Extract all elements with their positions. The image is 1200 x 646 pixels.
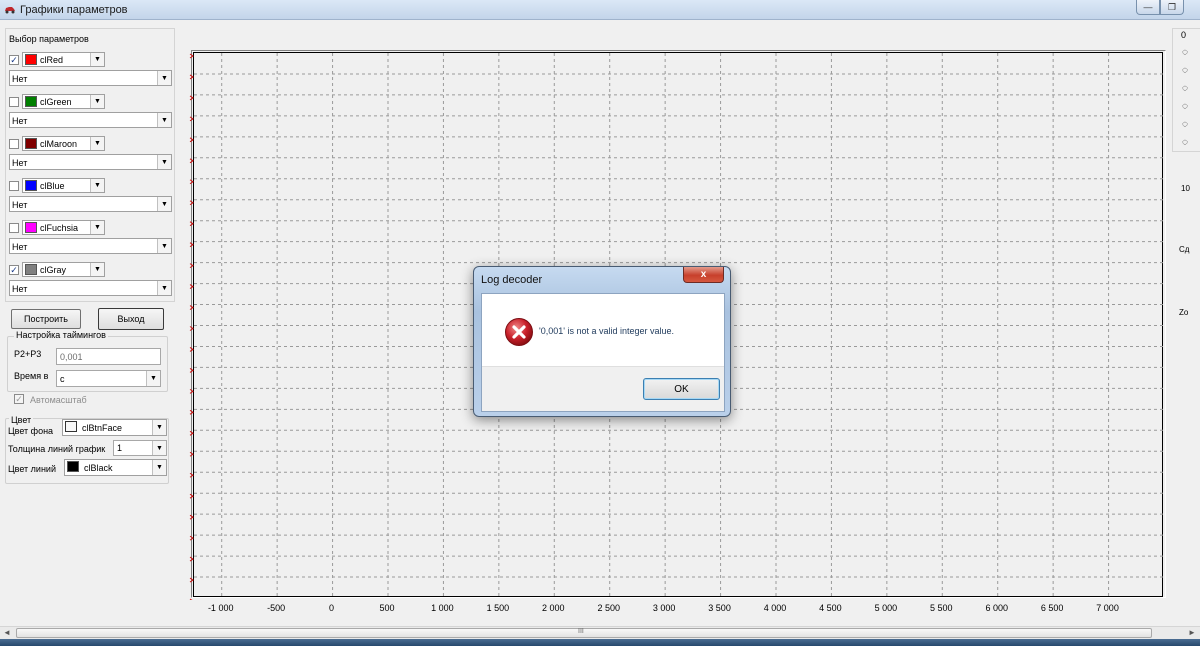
y-axis-marker xyxy=(189,305,194,310)
y-axis-marker xyxy=(189,556,194,562)
right-radio-2[interactable]: ◌ xyxy=(1182,65,1188,76)
scrollbar-thumb[interactable]: III xyxy=(16,628,1152,638)
x-tick-label: 500 xyxy=(379,603,395,613)
x-tick-label: 5 500 xyxy=(930,603,953,613)
y-axis-marker xyxy=(189,577,194,583)
right-radio-4[interactable]: ◌ xyxy=(1182,101,1188,112)
x-tick-label: 5 000 xyxy=(874,603,898,613)
right-radio-6[interactable]: ◌ xyxy=(1182,137,1188,148)
scroll-left-arrow-icon[interactable]: ◄ xyxy=(3,628,11,637)
x-tick-label: 3 500 xyxy=(708,603,731,613)
scroll-right-arrow-icon[interactable]: ► xyxy=(1188,628,1196,637)
right-label-10: 10 xyxy=(1181,184,1190,193)
x-tick-label: 1 000 xyxy=(431,603,454,613)
y-axis-marker xyxy=(189,514,194,520)
x-tick-label: 3 000 xyxy=(652,603,676,613)
right-radio-3[interactable]: ◌ xyxy=(1182,83,1188,94)
y-axis-marker xyxy=(189,284,194,289)
y-axis-marker xyxy=(189,451,194,457)
y-axis-marker xyxy=(189,535,194,541)
right-label-zo: Zo xyxy=(1179,308,1189,317)
y-axis-marker xyxy=(189,388,194,394)
x-axis-ticks: -1 000 -500 0 500 1 000 1 500 2 000 2 500 3 000 3… xyxy=(0,603,1200,617)
y-axis-marker xyxy=(189,263,194,269)
y-axis-marker xyxy=(189,409,194,415)
y-axis-marker xyxy=(189,74,194,80)
dialog-close-button[interactable]: x xyxy=(683,267,724,283)
y-axis-marker xyxy=(189,179,194,185)
dialog-message: '0,001' is not a valid integer value. xyxy=(539,326,675,336)
y-axis-marker xyxy=(189,200,194,206)
y-axis-marker xyxy=(189,430,194,436)
window-controls: — ❐ xyxy=(1136,0,1184,15)
y-axis-marker xyxy=(189,116,194,122)
x-tick-label: 4 500 xyxy=(819,603,842,613)
error-dialog: Log decoder x '0,001' is not a valid int… xyxy=(473,266,731,417)
y-axis-marker xyxy=(189,368,194,373)
x-tick-label: -500 xyxy=(267,603,286,613)
y-axis-marker xyxy=(189,137,194,143)
x-tick-label: 2 000 xyxy=(542,603,565,613)
x-tick-label: -1 000 xyxy=(207,603,234,613)
x-tick-label: 2 500 xyxy=(597,603,620,613)
y-axis-marker xyxy=(189,221,194,227)
y-axis-marker xyxy=(189,493,194,499)
x-tick-label: 4 000 xyxy=(763,603,787,613)
taskbar xyxy=(0,639,1200,646)
ok-button[interactable]: OK xyxy=(643,378,720,400)
y-axis-marker xyxy=(189,598,193,600)
y-axis-marker xyxy=(189,326,194,331)
x-tick-label: 6 500 xyxy=(1040,603,1064,613)
right-label-top: 0 xyxy=(1181,30,1187,40)
right-side-panel: 0 ◌ ◌ ◌ ◌ ◌ ◌ 10 Сд Zo xyxy=(1171,28,1200,628)
x-tick-label: 1 500 xyxy=(486,603,510,613)
y-axis-marker xyxy=(189,95,194,101)
y-axis-marker xyxy=(189,158,194,164)
right-radio-5[interactable]: ◌ xyxy=(1182,119,1188,130)
y-axis-marker xyxy=(189,242,194,248)
horizontal-scrollbar[interactable]: ◄ III ► xyxy=(0,626,1200,639)
dialog-footer: OK xyxy=(482,366,724,411)
x-tick-label: 0 xyxy=(329,603,335,613)
scrollbar-grip: III xyxy=(578,628,584,635)
dialog-body: '0,001' is not a valid integer value. OK xyxy=(481,293,725,412)
right-label-sd: Сд xyxy=(1179,245,1190,254)
right-options-group: 0 ◌ ◌ ◌ ◌ ◌ ◌ xyxy=(1172,28,1200,152)
restore-button[interactable]: ❐ xyxy=(1160,0,1184,15)
y-axis-marker xyxy=(189,347,194,352)
dialog-title: Log decoder xyxy=(481,274,543,286)
y-axis-marker xyxy=(189,472,194,478)
minimize-button[interactable]: — xyxy=(1136,0,1160,15)
x-tick-label: 6 000 xyxy=(985,603,1008,613)
error-icon xyxy=(505,318,533,346)
y-axis-marks xyxy=(189,53,194,600)
right-radio-1[interactable]: ◌ xyxy=(1182,47,1188,58)
x-tick-label: 7 000 xyxy=(1096,603,1119,613)
y-axis-marker xyxy=(189,53,194,59)
